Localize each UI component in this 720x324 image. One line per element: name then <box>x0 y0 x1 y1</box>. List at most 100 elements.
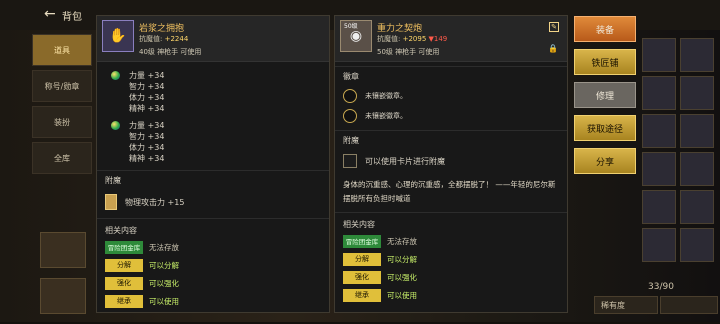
compare-item-panel: ◉ 50级 重力之契炮 抗魔值: +2095 ▼149 50级 神枪手 可使用 … <box>334 15 568 313</box>
item-name: 岩浆之拥抱 <box>139 24 185 34</box>
item-power: 抗魔值: +2244 <box>139 35 189 43</box>
inventory-slot[interactable] <box>642 152 676 186</box>
inventory-slot[interactable] <box>642 228 676 262</box>
stat-orb-icon <box>111 121 120 130</box>
action-row: 继承 可以使用 <box>97 292 329 310</box>
action-text: 可以分解 <box>387 254 417 264</box>
equip-button[interactable]: 装备 <box>574 16 636 42</box>
stat-row: 体力 +34 <box>129 93 165 102</box>
item-thumbnail-icon: ✋ <box>102 20 134 52</box>
enchant-text: 物理攻击力 +15 <box>125 197 185 207</box>
action-row: 冒险团金库 无法存放 <box>335 232 567 250</box>
inventory-slot[interactable] <box>642 114 676 148</box>
inventory-slot[interactable] <box>680 114 714 148</box>
item-badge: 50级 <box>344 23 358 30</box>
enchant-card-icon <box>105 194 117 210</box>
related-title: 相关内容 <box>335 212 567 232</box>
repair-button[interactable]: 修理 <box>574 82 636 108</box>
action-tag: 强化 <box>105 276 143 290</box>
lock-icon[interactable]: 🔒 <box>548 44 558 53</box>
action-tag: 继承 <box>105 294 143 308</box>
nav-tab-items[interactable]: 道具 <box>32 34 92 66</box>
action-text: 可以强化 <box>387 272 417 282</box>
action-text: 无法存放 <box>149 242 179 252</box>
emblem-slot: 未镶嵌徽章。 <box>335 106 567 126</box>
item-power: 抗魔值: +2095 ▼149 <box>377 35 448 43</box>
item-action-buttons: 装备 铁匠铺 修理 获取途径 分享 <box>574 16 636 181</box>
inventory-slot[interactable] <box>680 152 714 186</box>
related-title: 相关内容 <box>97 218 329 238</box>
stat-row: 精神 +34 <box>129 104 165 113</box>
edit-icon[interactable]: ✎ <box>549 22 559 32</box>
nav-tab-titles[interactable]: 称号/勋章 <box>32 70 92 102</box>
action-row: 强化 可以强化 <box>97 274 329 292</box>
filter-dropdown[interactable] <box>660 296 718 314</box>
action-row: 冒险团金库 无法存放 <box>97 238 329 256</box>
emblem-slot-icon <box>343 89 357 103</box>
item-stats: 力量 +34 智力 +34 体力 +34 精神 +34 力量 +34 智力 +3… <box>97 62 329 164</box>
action-text: 可以分解 <box>149 260 179 270</box>
enchant-row: 可以使用卡片进行附魔 <box>335 150 567 172</box>
enchant-row: 物理攻击力 +15 <box>97 190 329 214</box>
item-header: ✋ 岩浆之拥抱 抗魔值: +2244 40级 神枪手 可使用 <box>97 16 329 62</box>
sort-dropdown[interactable]: 稀有度 <box>594 296 658 314</box>
emblem-title: 徽章 <box>335 66 567 86</box>
action-tag: 继承 <box>343 288 381 302</box>
inventory-slot[interactable] <box>642 38 676 72</box>
action-text: 可以使用 <box>387 290 417 300</box>
share-button[interactable]: 分享 <box>574 148 636 174</box>
emblem-slot-icon <box>343 109 357 123</box>
enchant-text: 可以使用卡片进行附魔 <box>365 156 445 166</box>
action-tag: 分解 <box>343 252 381 266</box>
inventory-grid <box>640 36 718 264</box>
left-nav: 道具 称号/勋章 装扮 全库 <box>32 34 92 178</box>
action-row: 继承 可以使用 <box>335 286 567 304</box>
action-tag: 冒险团金库 <box>343 234 381 248</box>
stat-group: 力量 +34 智力 +34 体力 +34 精神 +34 <box>105 70 329 114</box>
back-arrow-icon[interactable]: ← <box>44 6 56 22</box>
page-title: 背包 <box>62 12 82 23</box>
action-row: 分解 可以分解 <box>335 250 567 268</box>
stat-orb-icon <box>111 71 120 80</box>
item-level: 40级 神枪手 可使用 <box>139 48 202 56</box>
item-name: 重力之契炮 <box>377 24 423 34</box>
emblem-slot: 未镶嵌徽章。 <box>335 86 567 106</box>
side-icons <box>40 232 90 324</box>
enchant-title: 附魔 <box>335 130 567 150</box>
inventory-slot[interactable] <box>642 190 676 224</box>
inventory-slot[interactable] <box>680 76 714 110</box>
enchant-title: 附魔 <box>97 170 329 190</box>
inventory-slot[interactable] <box>680 228 714 262</box>
action-text: 无法存放 <box>387 236 417 246</box>
stat-row: 力量 +34 <box>105 120 329 131</box>
nav-tab-avatar[interactable]: 装扮 <box>32 106 92 138</box>
obtain-route-button[interactable]: 获取途径 <box>574 115 636 141</box>
item-thumbnail-icon: ◉ 50级 <box>340 20 372 52</box>
stat-row: 力量 +34 <box>105 70 329 81</box>
action-text: 可以强化 <box>149 278 179 288</box>
item-header: ◉ 50级 重力之契炮 抗魔值: +2095 ▼149 50级 神枪手 可使用 … <box>335 16 567 62</box>
item-level: 50级 神枪手 可使用 <box>377 48 440 56</box>
nav-tab-storage[interactable]: 全库 <box>32 142 92 174</box>
stat-row: 智力 +34 <box>129 132 165 141</box>
side-shortcut-icon[interactable] <box>40 232 86 268</box>
stat-row: 体力 +34 <box>129 143 165 152</box>
inventory-slot[interactable] <box>680 38 714 72</box>
inventory-slot[interactable] <box>680 190 714 224</box>
equipped-item-panel: ✋ 岩浆之拥抱 抗魔值: +2244 40级 神枪手 可使用 力量 +34 智力… <box>96 15 330 313</box>
stat-row: 智力 +34 <box>129 82 165 91</box>
empty-card-icon <box>343 154 357 168</box>
action-tag: 强化 <box>343 270 381 284</box>
item-description: 身体的沉重感、心理的沉重感，全都摆脱了！ ——年轻的尼尔斯摆脱所有负担时喊道 <box>343 180 556 203</box>
action-row: 分解 可以分解 <box>97 256 329 274</box>
action-tag: 冒险团金库 <box>105 240 143 254</box>
inventory-count: 33/90 <box>648 282 674 292</box>
stat-group: 力量 +34 智力 +34 体力 +34 精神 +34 <box>105 120 329 164</box>
blacksmith-button[interactable]: 铁匠铺 <box>574 49 636 75</box>
side-shortcut-icon[interactable] <box>40 278 86 314</box>
action-tag: 分解 <box>105 258 143 272</box>
stat-row: 精神 +34 <box>129 154 165 163</box>
action-row: 强化 可以强化 <box>335 268 567 286</box>
inventory-slot[interactable] <box>642 76 676 110</box>
action-text: 可以使用 <box>149 296 179 306</box>
